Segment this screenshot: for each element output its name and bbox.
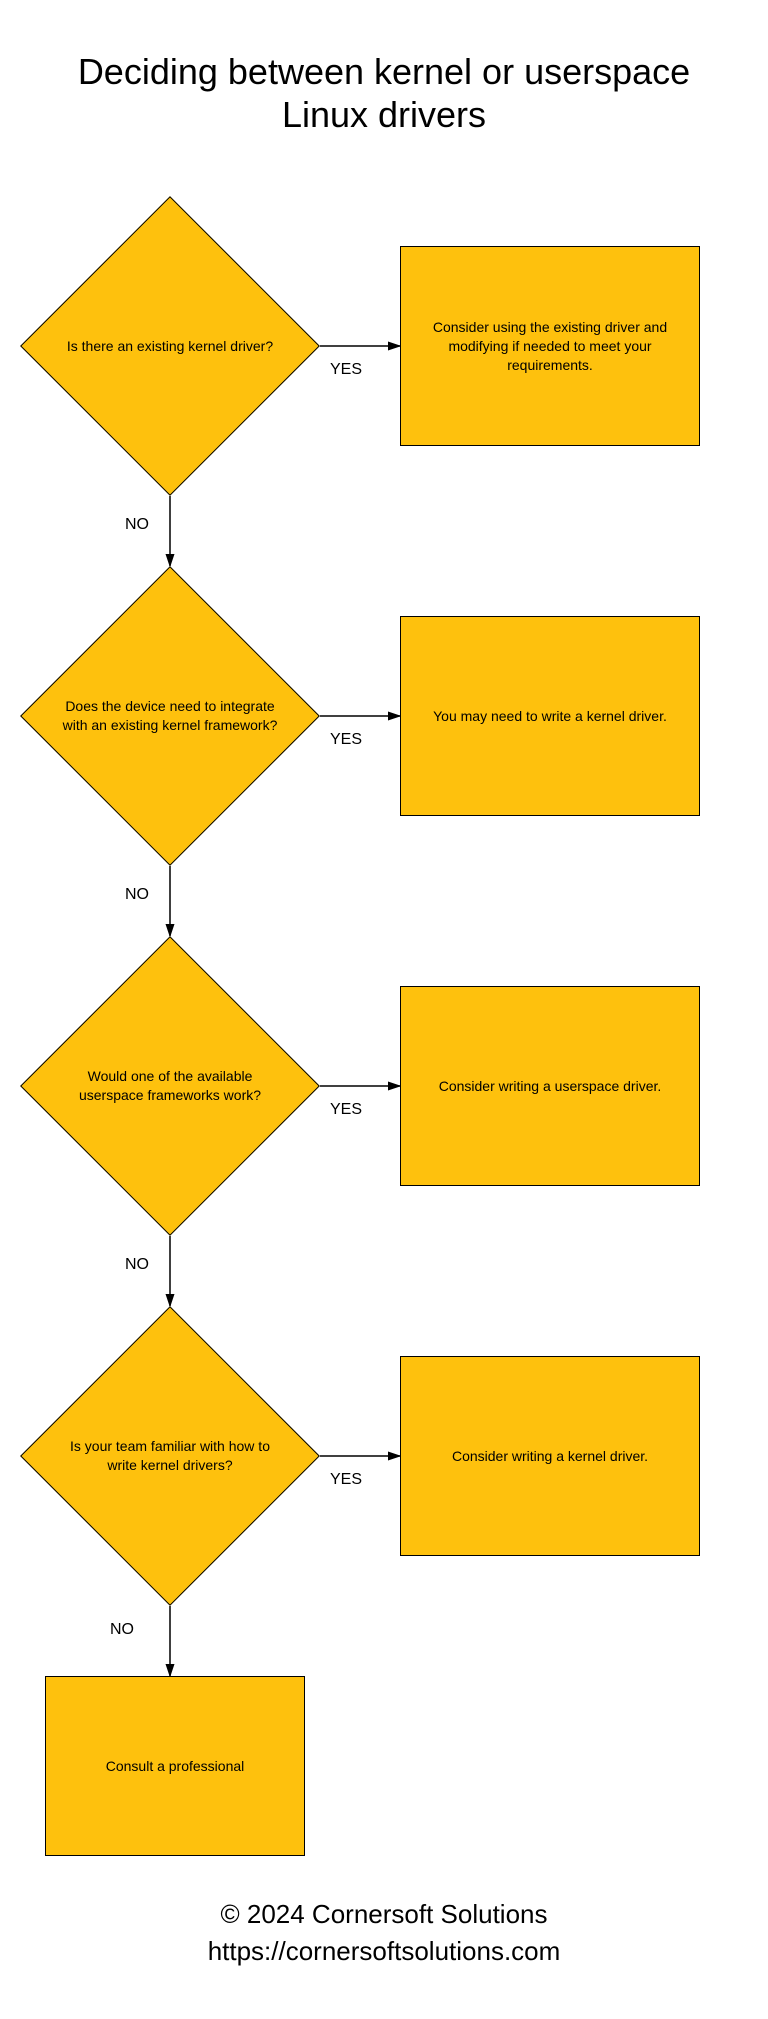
decision-text: Does the device need to integrate with a… xyxy=(20,566,320,866)
outcome-text: You may need to write a kernel driver. xyxy=(433,707,667,726)
outcome-consult-professional: Consult a professional xyxy=(45,1676,305,1856)
edge-label-yes: YES xyxy=(330,1101,362,1119)
decision-kernel-framework: Does the device need to integrate with a… xyxy=(20,566,320,866)
decision-team-familiar: Is your team familiar with how to write … xyxy=(20,1306,320,1606)
outcome-use-existing: Consider using the existing driver and m… xyxy=(400,246,700,446)
edge-label-yes: YES xyxy=(330,1471,362,1489)
decision-text: Is your team familiar with how to write … xyxy=(20,1306,320,1606)
footer-url: https://cornersoftsolutions.com xyxy=(40,1933,728,1969)
edge-label-no: NO xyxy=(110,1621,134,1639)
outcome-text: Consider using the existing driver and m… xyxy=(413,318,687,375)
decision-existing-driver: Is there an existing kernel driver? xyxy=(20,196,320,496)
edge-label-no: NO xyxy=(125,516,149,534)
page-title: Deciding between kernel or userspace Lin… xyxy=(40,50,728,136)
outcome-write-userspace: Consider writing a userspace driver. xyxy=(400,986,700,1186)
outcome-text: Consider writing a kernel driver. xyxy=(452,1447,648,1466)
edge-label-no: NO xyxy=(125,1256,149,1274)
outcome-text: Consult a professional xyxy=(106,1757,245,1776)
copyright-text: © 2024 Cornersoft Solutions xyxy=(40,1896,728,1932)
footer: © 2024 Cornersoft Solutions https://corn… xyxy=(40,1896,728,1969)
edge-label-yes: YES xyxy=(330,731,362,749)
decision-text: Is there an existing kernel driver? xyxy=(20,196,320,496)
outcome-write-kernel: You may need to write a kernel driver. xyxy=(400,616,700,816)
decision-userspace-framework: Would one of the available userspace fra… xyxy=(20,936,320,1236)
flowchart-container: Is there an existing kernel driver? YES … xyxy=(40,196,728,1836)
edge-label-no: NO xyxy=(125,886,149,904)
decision-text: Would one of the available userspace fra… xyxy=(20,936,320,1236)
edge-label-yes: YES xyxy=(330,361,362,379)
outcome-write-kernel-2: Consider writing a kernel driver. xyxy=(400,1356,700,1556)
outcome-text: Consider writing a userspace driver. xyxy=(439,1077,662,1096)
